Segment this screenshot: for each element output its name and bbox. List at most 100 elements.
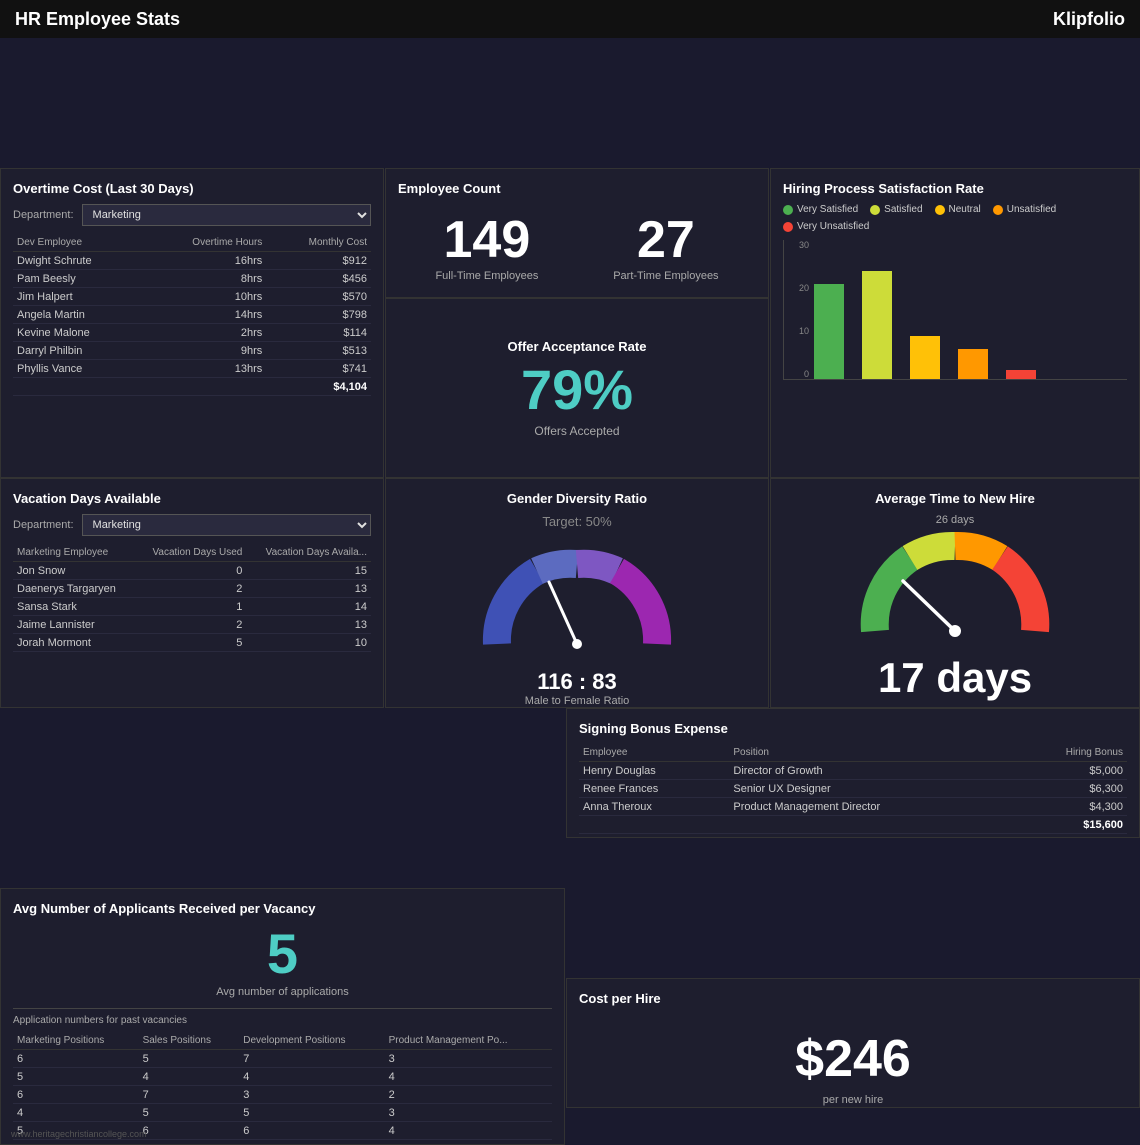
header: HR Employee Stats Klipfolio xyxy=(0,0,1140,38)
days-value: 17 days xyxy=(878,654,1032,702)
legend-item: Very Unsatisfied xyxy=(783,221,869,232)
part-time-label: Part-Time Employees xyxy=(613,270,718,282)
gender-panel: Gender Diversity Ratio Target: 50% 116 :… xyxy=(385,478,769,708)
vac-used: 2 xyxy=(135,580,247,598)
target-days: 26 days xyxy=(936,514,975,526)
applicants-num: 5 xyxy=(13,926,552,982)
sign-name: Henry Douglas xyxy=(579,762,729,780)
vacancy-col: Product Management Po... xyxy=(385,1032,552,1050)
full-time-item: 149 Full-Time Employees xyxy=(435,214,538,282)
vac-avail: 13 xyxy=(246,580,371,598)
vacancy-cell: 4 xyxy=(13,1104,139,1122)
time-gauge xyxy=(855,526,1055,649)
signing-row: Anna TherouxProduct Management Director$… xyxy=(579,798,1127,816)
overtime-dept-select[interactable]: Marketing Sales Development xyxy=(82,204,371,226)
ot-cost: $570 xyxy=(266,288,371,306)
bar xyxy=(862,271,892,379)
vacation-table: Marketing Employee Vacation Days Used Va… xyxy=(13,544,371,652)
vacancy-col: Development Positions xyxy=(239,1032,384,1050)
overtime-col-cost: Monthly Cost xyxy=(266,234,371,252)
vacancy-cell: 3 xyxy=(385,1050,552,1068)
satisfaction-title: Hiring Process Satisfaction Rate xyxy=(783,181,1127,196)
overtime-row: Phyllis Vance13hrs$741 xyxy=(13,360,371,378)
bar-group xyxy=(814,284,844,379)
overtime-row: Kevine Malone2hrs$114 xyxy=(13,324,371,342)
overtime-dept-label: Department: xyxy=(13,209,74,221)
ot-name: Dwight Schrute xyxy=(13,252,143,270)
vacancy-row: 4553 xyxy=(13,1104,552,1122)
vacation-dept-row: Department: Marketing Sales Development xyxy=(13,514,371,536)
signing-total: $15,600 xyxy=(1009,816,1127,834)
vacation-row: Sansa Stark114 xyxy=(13,598,371,616)
sign-name: Renee Frances xyxy=(579,780,729,798)
vacancy-cell: 5 xyxy=(139,1104,240,1122)
signing-row: Henry DouglasDirector of Growth$5,000 xyxy=(579,762,1127,780)
overtime-row: Pam Beesly8hrs$456 xyxy=(13,270,371,288)
y-label: 0 xyxy=(784,369,809,379)
ot-name: Pam Beesly xyxy=(13,270,143,288)
vacancy-cell: 4 xyxy=(239,1068,384,1086)
vac-used: 5 xyxy=(135,634,247,652)
y-axis: 0102030 xyxy=(784,240,809,379)
vacancy-table: Marketing PositionsSales PositionsDevelo… xyxy=(13,1032,552,1140)
vac-name: Daenerys Targaryen xyxy=(13,580,135,598)
vac-col-employee: Marketing Employee xyxy=(13,544,135,562)
gender-ratio-label: Male to Female Ratio xyxy=(525,695,630,707)
vacancy-cell: 4 xyxy=(385,1122,552,1140)
vac-name: Jorah Mormont xyxy=(13,634,135,652)
ot-hours: 2hrs xyxy=(143,324,266,342)
vacancy-col: Marketing Positions xyxy=(13,1032,139,1050)
vacancy-row: 6732 xyxy=(13,1086,552,1104)
applicants-title: Avg Number of Applicants Received per Va… xyxy=(13,901,552,916)
ot-hours: 16hrs xyxy=(143,252,266,270)
cost-note: *includes advertising, internal recruite… xyxy=(579,1106,1127,1108)
bar-group xyxy=(862,271,892,379)
gender-target: Target: 50% xyxy=(542,514,611,529)
vacation-dept-select[interactable]: Marketing Sales Development xyxy=(82,514,371,536)
legend-item: Neutral xyxy=(935,204,981,215)
ot-name: Darryl Philbin xyxy=(13,342,143,360)
ot-cost: $741 xyxy=(266,360,371,378)
overtime-col-hours: Overtime Hours xyxy=(143,234,266,252)
ot-cost: $798 xyxy=(266,306,371,324)
sign-bonus: $6,300 xyxy=(1009,780,1127,798)
vacancy-row: 5444 xyxy=(13,1068,552,1086)
vacation-panel: Vacation Days Available Department: Mark… xyxy=(0,478,384,708)
vac-used: 2 xyxy=(135,616,247,634)
vac-col-used: Vacation Days Used xyxy=(135,544,247,562)
legend-item: Unsatisfied xyxy=(993,204,1056,215)
vacation-title: Vacation Days Available xyxy=(13,491,371,506)
full-time-number: 149 xyxy=(435,214,538,266)
bar-group xyxy=(1006,370,1036,379)
vacation-row: Jorah Mormont510 xyxy=(13,634,371,652)
full-time-label: Full-Time Employees xyxy=(435,270,538,282)
ot-cost: $513 xyxy=(266,342,371,360)
employee-count-title: Employee Count xyxy=(398,181,756,196)
ot-cost: $456 xyxy=(266,270,371,288)
vac-avail: 13 xyxy=(246,616,371,634)
emp-counts: 149 Full-Time Employees 27 Part-Time Emp… xyxy=(398,204,756,292)
bar xyxy=(910,336,940,379)
ot-hours: 14hrs xyxy=(143,306,266,324)
overtime-row: Jim Halpert10hrs$570 xyxy=(13,288,371,306)
vacancy-cell: 6 xyxy=(13,1050,139,1068)
vac-used: 1 xyxy=(135,598,247,616)
vac-avail: 15 xyxy=(246,562,371,580)
cost-title: Cost per Hire xyxy=(579,991,1127,1006)
overtime-title: Overtime Cost (Last 30 Days) xyxy=(13,181,371,196)
overtime-panel: Overtime Cost (Last 30 Days) Department:… xyxy=(0,168,384,478)
y-label: 20 xyxy=(784,283,809,293)
watermark: www.heritagechristiancollege.com xyxy=(11,1129,147,1139)
overtime-total-row: $4,104 xyxy=(13,378,371,396)
overtime-row: Dwight Schrute16hrs$912 xyxy=(13,252,371,270)
offer-pct: 79% xyxy=(521,362,633,418)
signing-col-position: Position xyxy=(729,744,1009,762)
signing-table: Employee Position Hiring Bonus Henry Dou… xyxy=(579,744,1127,834)
vac-name: Jon Snow xyxy=(13,562,135,580)
cost-label: per new hire xyxy=(579,1094,1127,1106)
sign-pos: Director of Growth xyxy=(729,762,1009,780)
vacancy-row: 6573 xyxy=(13,1050,552,1068)
vacancy-cell: 7 xyxy=(239,1050,384,1068)
sign-name: Anna Theroux xyxy=(579,798,729,816)
satisfaction-panel: Hiring Process Satisfaction Rate Very Sa… xyxy=(770,168,1140,478)
